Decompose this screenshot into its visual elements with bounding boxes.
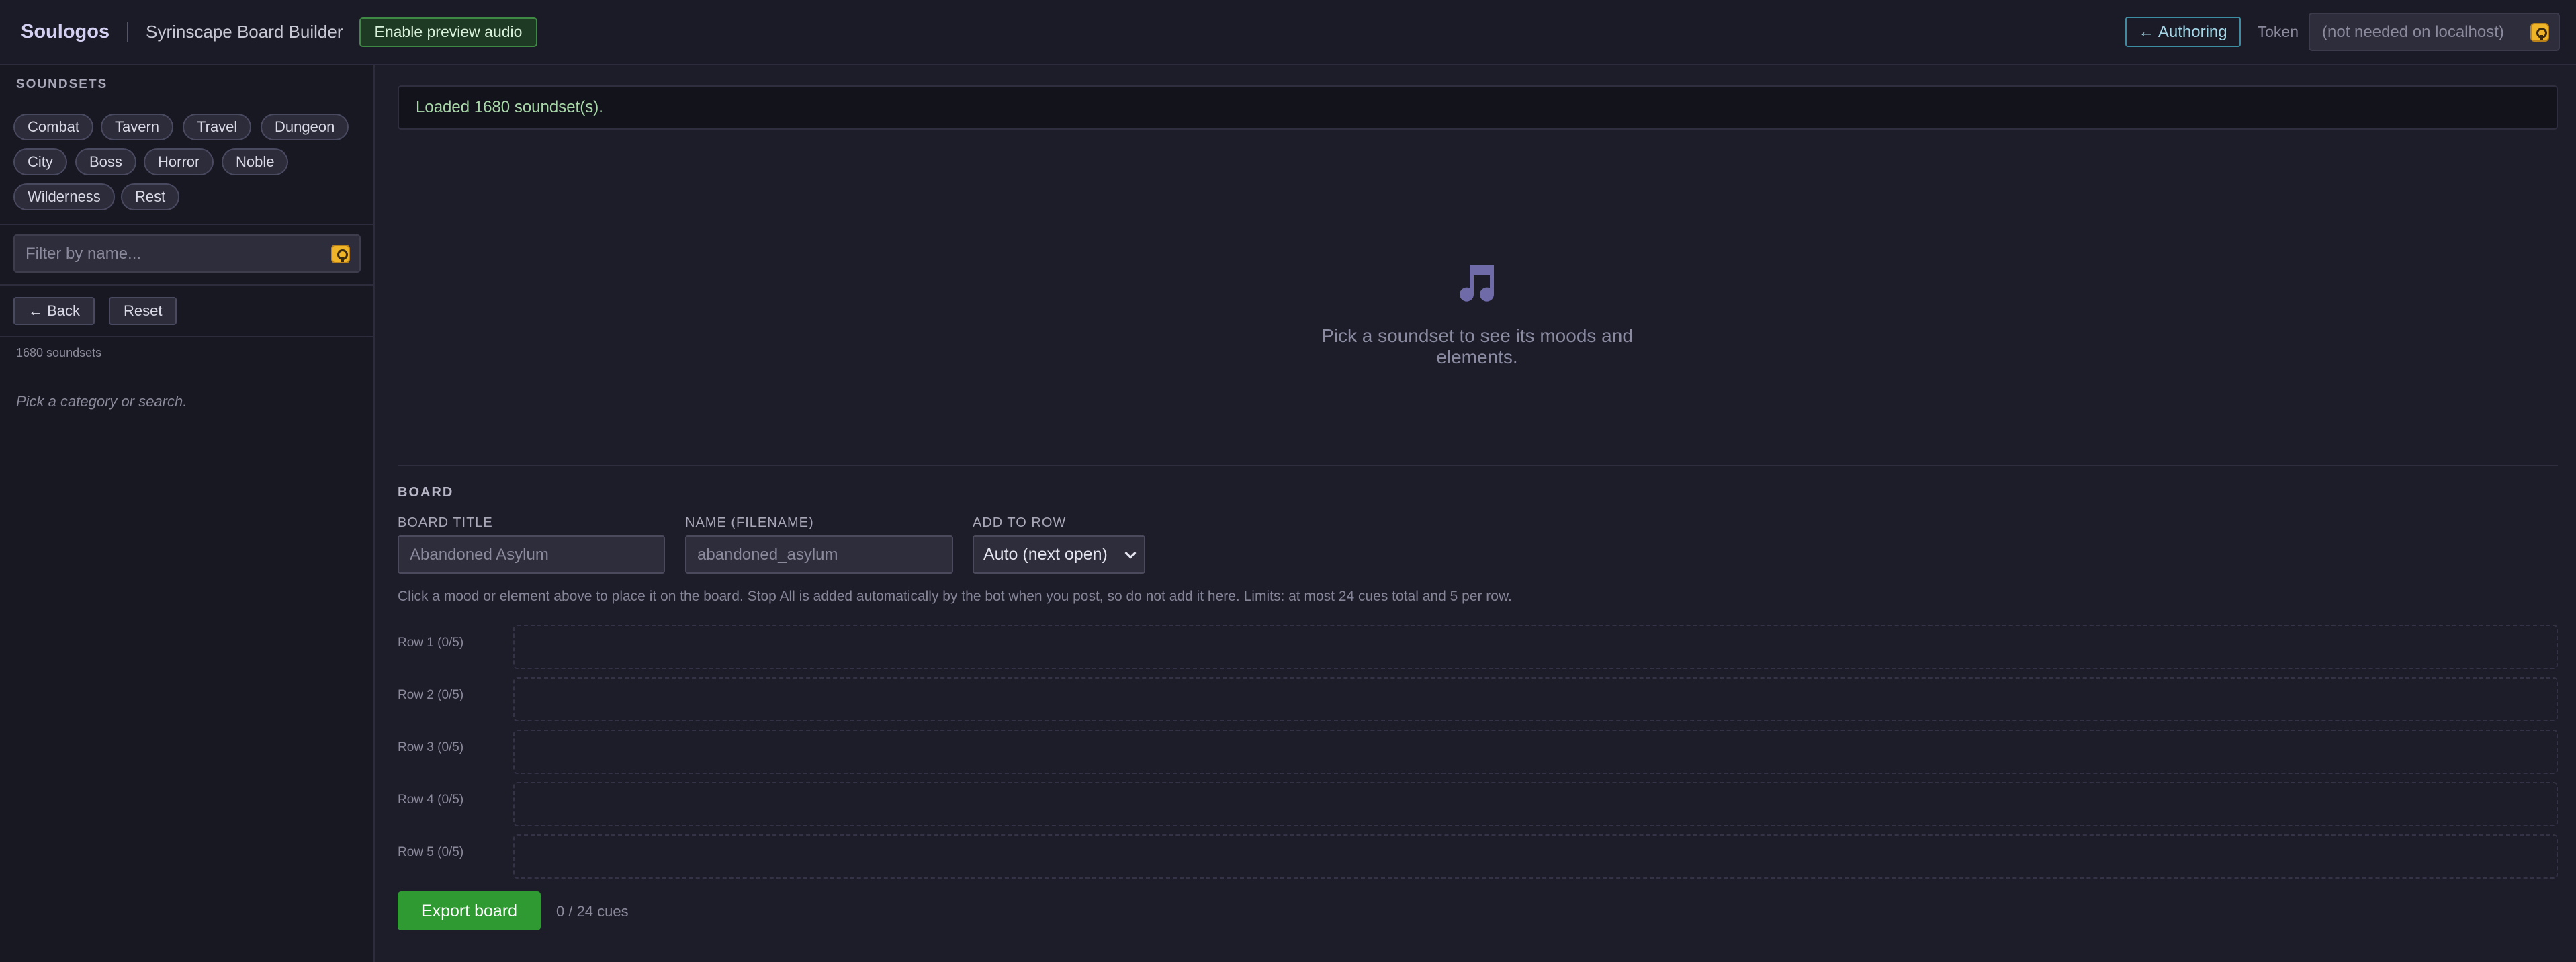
add-to-row-value: Auto (next open) bbox=[983, 545, 1108, 564]
add-to-row-select[interactable]: Auto (next open) bbox=[973, 535, 1145, 574]
category-chip-noble[interactable]: Noble bbox=[222, 148, 289, 175]
brand-name: Soulogos bbox=[21, 21, 110, 42]
category-chip-boss[interactable]: Boss bbox=[75, 148, 136, 175]
back-button[interactable]: ← Back bbox=[13, 297, 95, 325]
row-label: Row 2 (0/5) bbox=[398, 688, 464, 702]
sidebar-divider bbox=[0, 284, 373, 286]
token-input[interactable]: (not needed on localhost) bbox=[2309, 13, 2560, 51]
authoring-button[interactable]: ← Authoring bbox=[2125, 17, 2241, 47]
header-right: ← Authoring Token (not needed on localho… bbox=[2125, 13, 2560, 51]
token-placeholder: (not needed on localhost) bbox=[2322, 22, 2504, 41]
top-bar: Soulogos Syrinscape Board Builder Enable… bbox=[0, 0, 2576, 65]
filter-placeholder: Filter by name... bbox=[26, 244, 142, 263]
sidebar-divider bbox=[0, 336, 373, 337]
row-label: Row 5 (0/5) bbox=[398, 845, 464, 859]
reset-button[interactable]: Reset bbox=[109, 297, 177, 325]
board-row-slot[interactable] bbox=[513, 782, 2558, 826]
status-message: Loaded 1680 soundset(s). bbox=[398, 85, 2558, 130]
sidebar-divider bbox=[0, 224, 373, 225]
board-name-placeholder: abandoned_asylum bbox=[697, 545, 838, 564]
category-chip-rest[interactable]: Rest bbox=[121, 183, 180, 210]
sidebar-hint: Pick a category or search. bbox=[16, 393, 187, 410]
export-board-button[interactable]: Export board bbox=[398, 891, 541, 930]
category-chip-tavern[interactable]: Tavern bbox=[101, 114, 174, 140]
soundsets-heading: SOUNDSETS bbox=[16, 77, 108, 91]
board-row-slot[interactable] bbox=[513, 677, 2558, 722]
board-title-label: BOARD TITLE bbox=[398, 515, 493, 530]
chevron-down-icon bbox=[1124, 547, 1137, 558]
row-label: Row 3 (0/5) bbox=[398, 740, 464, 754]
board-name-input[interactable]: abandoned_asylum bbox=[685, 535, 953, 574]
board-title-input[interactable]: Abandoned Asylum bbox=[398, 535, 665, 574]
header-divider bbox=[127, 21, 129, 42]
category-chip-wilderness[interactable]: Wilderness bbox=[13, 183, 115, 210]
board-row-slot[interactable] bbox=[513, 625, 2558, 669]
soundset-count: 1680 soundsets bbox=[16, 346, 102, 359]
board-heading: BOARD bbox=[398, 485, 454, 500]
key-icon[interactable] bbox=[2530, 22, 2549, 42]
category-chip-horror[interactable]: Horror bbox=[144, 148, 214, 175]
cue-count: 0 / 24 cues bbox=[556, 903, 629, 920]
category-chip-dungeon[interactable]: Dungeon bbox=[261, 114, 349, 140]
token-label: Token bbox=[2257, 23, 2299, 40]
app-title: Syrinscape Board Builder bbox=[146, 21, 343, 42]
key-icon[interactable] bbox=[331, 244, 350, 263]
category-chip-travel[interactable]: Travel bbox=[183, 114, 252, 140]
board-row-slot[interactable] bbox=[513, 730, 2558, 774]
board-help-text: Click a mood or element above to place i… bbox=[398, 588, 1512, 604]
category-chip-city[interactable]: City bbox=[13, 148, 67, 175]
sidebar: SOUNDSETS Combat Tavern Travel Dungeon C… bbox=[0, 65, 375, 962]
add-to-row-label: ADD TO ROW bbox=[973, 515, 1067, 530]
board-name-label: NAME (FILENAME) bbox=[685, 515, 814, 530]
row-label: Row 1 (0/5) bbox=[398, 636, 464, 650]
board-row-slot[interactable] bbox=[513, 834, 2558, 879]
row-label: Row 4 (0/5) bbox=[398, 793, 464, 807]
music-note-icon bbox=[1460, 265, 1494, 302]
main-panel: Loaded 1680 soundset(s). Pick a soundset… bbox=[375, 65, 2576, 962]
category-chip-combat[interactable]: Combat bbox=[13, 114, 94, 140]
section-divider bbox=[398, 465, 2558, 466]
enable-preview-audio-button[interactable]: Enable preview audio bbox=[359, 17, 538, 47]
empty-state-text: Pick a soundset to see its moods and ele… bbox=[1321, 325, 1633, 367]
filter-input[interactable]: Filter by name... bbox=[13, 234, 361, 273]
board-title-placeholder: Abandoned Asylum bbox=[410, 545, 549, 564]
